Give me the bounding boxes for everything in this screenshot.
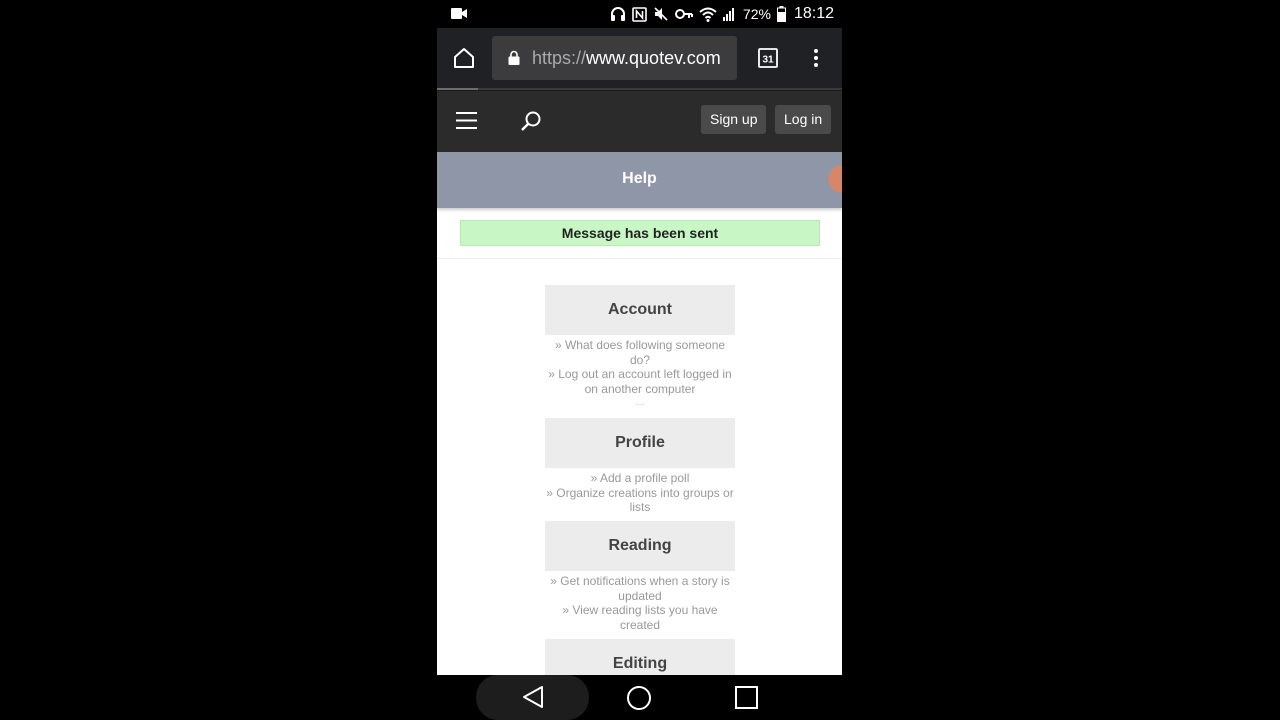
url-host: www.quotev.com (586, 48, 721, 68)
wifi-icon (699, 7, 717, 22)
success-notice: Message has been sent (460, 220, 820, 246)
help-link[interactable]: » Get notifications when a story is upda… (545, 574, 735, 603)
floating-action-button[interactable] (828, 165, 842, 193)
lock-icon (508, 50, 520, 65)
help-link[interactable]: » What does following someone do? (545, 338, 735, 367)
section-title-account[interactable]: Account (545, 285, 735, 335)
signal-icon (722, 8, 734, 21)
tab-count: 31 (762, 55, 774, 66)
page-title-bar: Help (437, 152, 842, 208)
log-in-button[interactable]: Log in (775, 105, 832, 134)
section-title-profile[interactable]: Profile (545, 418, 735, 468)
section-title-editing[interactable]: Editing (545, 639, 735, 675)
clock: 18:12 (793, 5, 834, 22)
status-bar: 72% 18:12 (437, 0, 842, 28)
page-title: Help (622, 170, 657, 187)
url-scheme: https:// (532, 48, 587, 68)
search-icon[interactable] (520, 110, 542, 132)
help-section-profile: Profile » Add a profile poll » Organize … (545, 418, 735, 515)
browser-toolbar: https://www.quotev.com 31 (437, 28, 842, 90)
help-link[interactable]: » Add a profile poll (545, 471, 735, 486)
help-section-editing: Editing (545, 639, 735, 675)
divider (437, 258, 842, 259)
help-link[interactable]: » Log out an account left logged in on a… (545, 367, 735, 396)
help-section-account: Account » What does following someone do… (545, 285, 735, 408)
section-title-reading[interactable]: Reading (545, 521, 735, 571)
help-link[interactable]: » Organize creations into groups or list… (545, 486, 735, 515)
system-nav-bar (437, 675, 842, 720)
url-text: https://www.quotev.com (532, 48, 721, 69)
key-icon (674, 9, 693, 19)
more-options-icon[interactable] (812, 48, 820, 68)
home-circle-icon[interactable] (627, 686, 651, 710)
address-bar[interactable]: https://www.quotev.com (492, 36, 737, 80)
battery-percent: 72% (742, 6, 771, 22)
video-camera-icon (451, 8, 467, 19)
back-icon[interactable] (522, 685, 544, 709)
mute-icon (654, 7, 668, 21)
page-content: Help Message has been sent Account » Wha… (437, 152, 842, 675)
tabs-calendar-icon: 31 (758, 48, 778, 68)
home-icon[interactable] (453, 47, 475, 69)
help-link[interactable]: » View reading lists you have created (545, 603, 735, 632)
more-link[interactable]: ... (545, 396, 735, 408)
site-header: Sign up Log in (437, 90, 842, 152)
sign-up-button[interactable]: Sign up (701, 105, 767, 134)
help-section-reading: Reading » Get notifications when a story… (545, 521, 735, 632)
tab-switcher-button[interactable]: 31 (758, 48, 778, 68)
recent-apps-icon[interactable] (735, 686, 758, 709)
phone-screen: 72% 18:12 https://www.quotev.com 31 Sign… (437, 0, 842, 720)
headset-icon (610, 7, 625, 21)
hamburger-menu-icon[interactable] (456, 112, 477, 129)
nfc-icon (632, 6, 647, 22)
battery-icon (776, 6, 786, 22)
